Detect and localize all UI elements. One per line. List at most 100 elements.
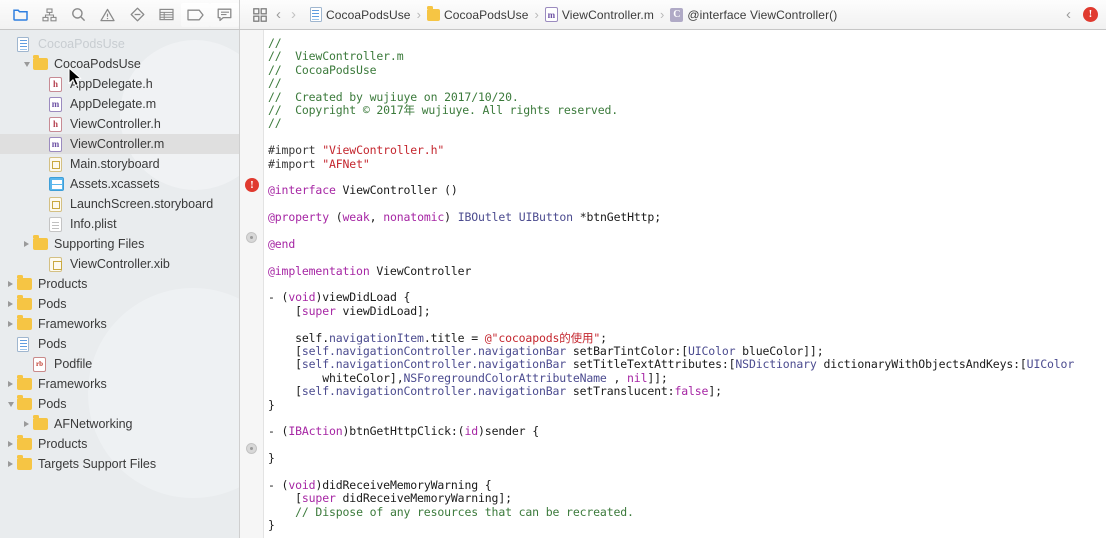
- code-token-pre: #import: [268, 156, 323, 171]
- disclosure-triangle-icon[interactable]: [20, 54, 33, 74]
- code-token-typ: self.navigationController.navigationBar: [301, 384, 567, 399]
- code-token-plain: ): [444, 210, 458, 225]
- error-marker-icon[interactable]: !: [245, 178, 259, 192]
- code-line: #import "AFNet": [268, 156, 1106, 171]
- sidebar-item-label: Products: [38, 437, 88, 451]
- code-line: // CocoaPodsUse: [268, 63, 1106, 77]
- back-button[interactable]: ‹: [271, 6, 286, 23]
- main-area: CocoaPodsUse CocoaPodsUse h AppDelegate.h m A…: [0, 30, 1106, 538]
- disclosure-triangle-icon[interactable]: [4, 374, 17, 394]
- sidebar-item-viewcontroller-h[interactable]: h ViewController.h: [0, 114, 239, 134]
- code-token-typ: NSForegroundColorAttributeName: [403, 370, 607, 385]
- sidebar-item-pods[interactable]: Pods: [0, 334, 239, 354]
- disclosure-triangle-icon[interactable]: [4, 274, 17, 294]
- disclosure-triangle-icon[interactable]: [4, 314, 17, 334]
- sidebar-item-pods[interactable]: Pods: [0, 294, 239, 314]
- code-token-plain: viewDidLoad];: [335, 303, 431, 318]
- breadcrumb-item-group[interactable]: CocoaPodsUse: [426, 5, 529, 22]
- breadcrumb-item-symbol[interactable]: C @interface ViewController(): [670, 7, 837, 22]
- test-navigator-icon[interactable]: [123, 3, 152, 27]
- code-token-kw: void: [288, 290, 316, 305]
- code-token-kw: id: [464, 424, 479, 439]
- code-line: @implementation ViewController: [268, 264, 1106, 278]
- project-navigator-icon[interactable]: [6, 3, 35, 27]
- sidebar-item-frameworks[interactable]: Frameworks: [0, 314, 239, 334]
- sidebar-item-label: LaunchScreen.storyboard: [70, 197, 214, 211]
- code-line: [self.navigationController.navigationBar…: [268, 384, 1106, 399]
- sidebar-item-products[interactable]: Products: [0, 274, 239, 294]
- breadcrumb-separator: ›: [534, 7, 539, 22]
- find-navigator-icon[interactable]: [64, 3, 93, 27]
- sidebar-item-cocoapodsuse[interactable]: CocoaPodsUse: [0, 34, 239, 54]
- forward-button[interactable]: ›: [286, 6, 301, 23]
- disclosure-triangle-icon[interactable]: [4, 434, 17, 454]
- code-token-kw: @end: [268, 236, 296, 251]
- disclosure-triangle-icon[interactable]: [4, 394, 17, 414]
- editor-gutter[interactable]: !: [240, 30, 264, 538]
- code-token-plain: didReceiveMemoryWarning];: [335, 491, 513, 506]
- code-line: // ViewController.m: [268, 50, 1106, 63]
- sidebar-item-label: Main.storyboard: [70, 157, 160, 171]
- sidebar-item-label: Info.plist: [70, 217, 117, 231]
- sidebar-item-main-storyboard[interactable]: Main.storyboard: [0, 154, 239, 174]
- folder-icon: [17, 435, 35, 450]
- sidebar-item-label: Frameworks: [38, 377, 107, 391]
- code-token-kw: super: [301, 303, 336, 318]
- project-navigator[interactable]: CocoaPodsUse CocoaPodsUse h AppDelegate.h m A…: [0, 30, 240, 538]
- sidebar-item-targets-support-files[interactable]: Targets Support Files: [0, 454, 239, 474]
- disclosure-triangle-icon: [36, 154, 49, 174]
- sidebar-item-appdelegate-h[interactable]: h AppDelegate.h: [0, 74, 239, 94]
- code-token-typ: IBOutlet: [457, 210, 512, 225]
- symbol-navigator-icon[interactable]: [35, 3, 64, 27]
- related-items-icon[interactable]: [249, 4, 271, 26]
- sidebar-item-appdelegate-m[interactable]: m AppDelegate.m: [0, 94, 239, 114]
- code-line: [self.navigationController.navigationBar…: [268, 344, 1106, 358]
- sidebar-item-label: Pods: [38, 397, 67, 411]
- disclosure-triangle-icon[interactable]: [4, 294, 17, 314]
- plist-icon: [49, 216, 67, 232]
- code-token-kw: IBAction: [288, 424, 343, 439]
- disclosure-triangle-icon: [4, 34, 17, 54]
- code-token-cmt: // Created by wujiuye on 2017/10/20.: [268, 89, 519, 104]
- breakpoint-dot-icon[interactable]: [246, 232, 257, 243]
- sidebar-item-launchscreen-storyboard[interactable]: LaunchScreen.storyboard: [0, 194, 239, 214]
- sidebar-item-label: ViewController.m: [70, 137, 165, 151]
- sidebar-item-pods[interactable]: Pods: [0, 394, 239, 414]
- error-badge[interactable]: !: [1083, 7, 1098, 22]
- breadcrumb-item-project[interactable]: CocoaPodsUse: [309, 7, 411, 22]
- source-editor[interactable]: ! //// ViewController.m// CocoaPodsUse //…: [240, 30, 1106, 538]
- sidebar-item-podfile[interactable]: rb Podfile: [0, 354, 239, 374]
- sidebar-item-viewcontroller-m[interactable]: m ViewController.m: [0, 134, 239, 154]
- code-line: - (IBAction)btnGetHttpClick:(id)sender {: [268, 425, 1106, 438]
- breakpoint-navigator-icon[interactable]: [180, 2, 210, 27]
- disclosure-triangle-icon[interactable]: [20, 414, 33, 434]
- debug-navigator-icon[interactable]: [152, 3, 181, 27]
- disclosure-triangle-icon: [36, 74, 49, 94]
- sidebar-item-cocoapodsuse[interactable]: CocoaPodsUse: [0, 54, 239, 74]
- sidebar-item-supporting-files[interactable]: Supporting Files: [0, 234, 239, 254]
- breadcrumb-label: CocoaPodsUse: [326, 7, 411, 22]
- code-line: //: [268, 36, 1106, 50]
- disclosure-triangle-icon[interactable]: [20, 234, 33, 254]
- code-content[interactable]: //// ViewController.m// CocoaPodsUse////…: [264, 30, 1106, 538]
- sidebar-item-frameworks[interactable]: Frameworks: [0, 374, 239, 394]
- breadcrumb-item-file[interactable]: m ViewController.m: [544, 7, 654, 22]
- code-token-typ: NSDictionary: [735, 357, 817, 372]
- sidebar-item-assets-xcassets[interactable]: Assets.xcassets: [0, 174, 239, 194]
- xib-icon: [49, 256, 67, 272]
- code-token-plain: ViewController (): [335, 183, 458, 198]
- code-token-str: "ViewController.h": [322, 143, 445, 158]
- breakpoint-dot-icon[interactable]: [246, 443, 257, 454]
- issue-navigator-icon[interactable]: [93, 3, 122, 27]
- sidebar-item-products[interactable]: Products: [0, 434, 239, 454]
- sidebar-item-viewcontroller-xib[interactable]: ViewController.xib: [0, 254, 239, 274]
- code-line: // Created by wujiuye on 2017/10/20.: [268, 89, 1106, 104]
- sidebar-item-info-plist[interactable]: Info.plist: [0, 214, 239, 234]
- code-line: [super viewDidLoad];: [268, 303, 1106, 318]
- sidebar-item-afnetworking[interactable]: AFNetworking: [0, 414, 239, 434]
- report-navigator-icon[interactable]: [209, 2, 239, 27]
- previous-issue-button[interactable]: ‹: [1061, 6, 1076, 23]
- sidebar-item-label: AppDelegate.h: [70, 77, 153, 91]
- disclosure-triangle-icon[interactable]: [4, 454, 17, 474]
